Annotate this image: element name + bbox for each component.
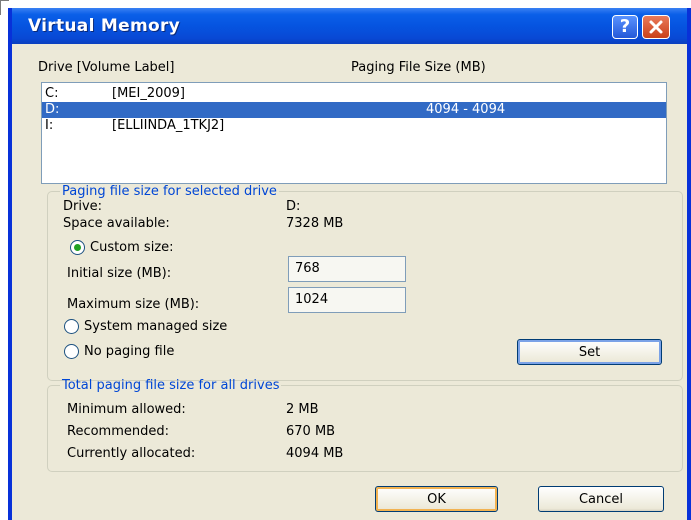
question-mark-icon: ? [619, 16, 631, 37]
drive-row-d[interactable]: D: 4094 - 4094 [42, 102, 666, 118]
help-button[interactable]: ? [612, 15, 638, 39]
recommended-value: 670 MB [286, 424, 336, 439]
radio-no-paging[interactable] [64, 344, 79, 359]
space-available-value: 7328 MB [286, 216, 344, 231]
drive-letter: C: [45, 86, 59, 101]
maximum-size-input[interactable]: 1024 [288, 287, 406, 313]
set-button[interactable]: Set [517, 339, 662, 365]
drive-letter: D: [45, 102, 60, 117]
custom-size-label[interactable]: Custom size: [90, 240, 174, 255]
ok-button[interactable]: OK [375, 486, 498, 512]
close-icon [649, 20, 663, 34]
drive-list[interactable]: C: [MEI_2009] D: 4094 - 4094 I: [ELLIIND… [41, 82, 667, 184]
selected-drive-legend: Paging file size for selected drive [62, 184, 277, 199]
radio-system-managed[interactable] [64, 319, 79, 334]
recommended-label: Recommended: [67, 424, 169, 439]
initial-size-label: Initial size (MB): [67, 266, 172, 281]
drive-letter: I: [45, 118, 54, 133]
drive-value: D: [286, 199, 301, 214]
drive-column-header: Drive [Volume Label] [38, 60, 175, 75]
drive-row-i[interactable]: I: [ELLIINDA_1TKJ2] [42, 118, 666, 134]
no-paging-label[interactable]: No paging file [84, 344, 174, 359]
minimum-allowed-value: 2 MB [286, 402, 319, 417]
totals-legend: Total paging file size for all drives [62, 378, 280, 393]
currently-allocated-value: 4094 MB [286, 446, 344, 461]
virtual-memory-dialog: Virtual Memory ? Drive [Volume Label] Pa… [8, 8, 691, 520]
drive-label: Drive: [63, 199, 103, 214]
minimum-allowed-label: Minimum allowed: [67, 402, 186, 417]
currently-allocated-label: Currently allocated: [67, 446, 196, 461]
drive-row-c[interactable]: C: [MEI_2009] [42, 86, 666, 102]
volume-label: [MEI_2009] [112, 86, 185, 101]
system-managed-label[interactable]: System managed size [84, 319, 227, 334]
initial-size-input[interactable]: 768 [288, 256, 406, 282]
space-available-label: Space available: [63, 216, 170, 231]
paging-size: 4094 - 4094 [426, 102, 506, 117]
radio-selected-dot [74, 244, 81, 251]
volume-label: [ELLIINDA_1TKJ2] [112, 118, 225, 133]
title-bar[interactable]: Virtual Memory ? [12, 8, 687, 44]
close-button[interactable] [642, 15, 670, 39]
maximum-size-label: Maximum size (MB): [67, 297, 200, 312]
radio-custom-size[interactable] [70, 240, 85, 255]
cancel-button[interactable]: Cancel [538, 486, 664, 512]
window-title: Virtual Memory [28, 16, 181, 36]
paging-size-column-header: Paging File Size (MB) [351, 60, 486, 75]
